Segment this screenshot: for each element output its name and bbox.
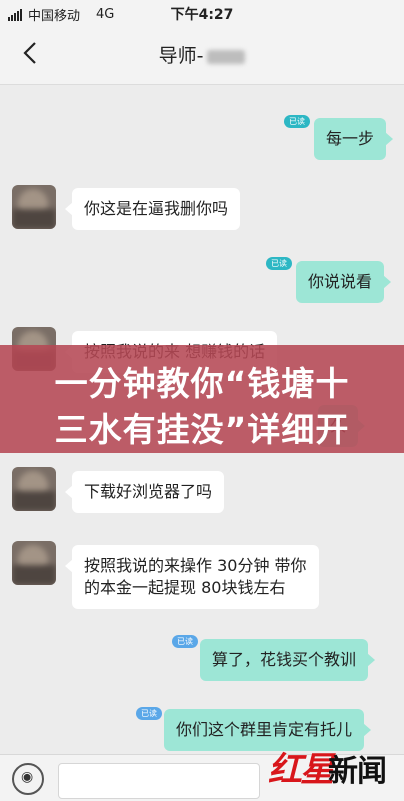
avatar[interactable]: [12, 541, 56, 585]
avatar[interactable]: [12, 185, 56, 229]
message-bubble-outgoing[interactable]: 你说说看: [296, 261, 392, 303]
headline-line-1: 一分钟教你“钱塘十: [54, 364, 350, 403]
headline-banner: 一分钟教你“钱塘十 三水有挂没”详细开: [0, 345, 404, 453]
blurred-name: [207, 49, 246, 64]
logo-black-text: 新闻: [328, 754, 387, 789]
read-badge: 已读: [172, 635, 198, 648]
message-bubble-incoming[interactable]: 按照我说的来操作 30分钟 带你 的本金一起提现 80块钱左右: [65, 545, 319, 609]
chat-title-text: 导师-: [158, 45, 204, 67]
message-bubble-outgoing[interactable]: 每一步: [314, 118, 394, 160]
chat-title: 导师-: [0, 41, 404, 68]
watermark-logo: 红星 新闻: [268, 736, 404, 800]
chat-header: 导师-: [0, 26, 404, 85]
message-line: 按照我说的来操作 30分钟 带你: [84, 556, 307, 575]
read-badge: 已读: [284, 115, 310, 128]
logo-red-text: 红星: [268, 750, 334, 790]
message-bubble-incoming[interactable]: 你这是在逼我删你吗: [64, 188, 241, 230]
avatar[interactable]: [12, 467, 56, 511]
sound-wave-icon: ◉: [21, 769, 34, 785]
voice-button[interactable]: ◉: [12, 763, 44, 795]
status-bar: 中国移动 4G 下午4:27: [0, 0, 404, 26]
message-bubble-incoming[interactable]: 下载好浏览器了吗: [64, 471, 225, 513]
message-line: 的本金一起提现 80块钱左右: [84, 578, 286, 597]
read-badge: 已读: [266, 257, 292, 270]
read-badge: 已读: [136, 707, 162, 720]
clock: 下午4:27: [170, 7, 234, 23]
headline-line-2: 三水有挂没”详细开: [54, 410, 350, 449]
message-bubble-outgoing[interactable]: 算了，花钱买个教训: [200, 639, 376, 681]
message-input[interactable]: [58, 763, 260, 799]
